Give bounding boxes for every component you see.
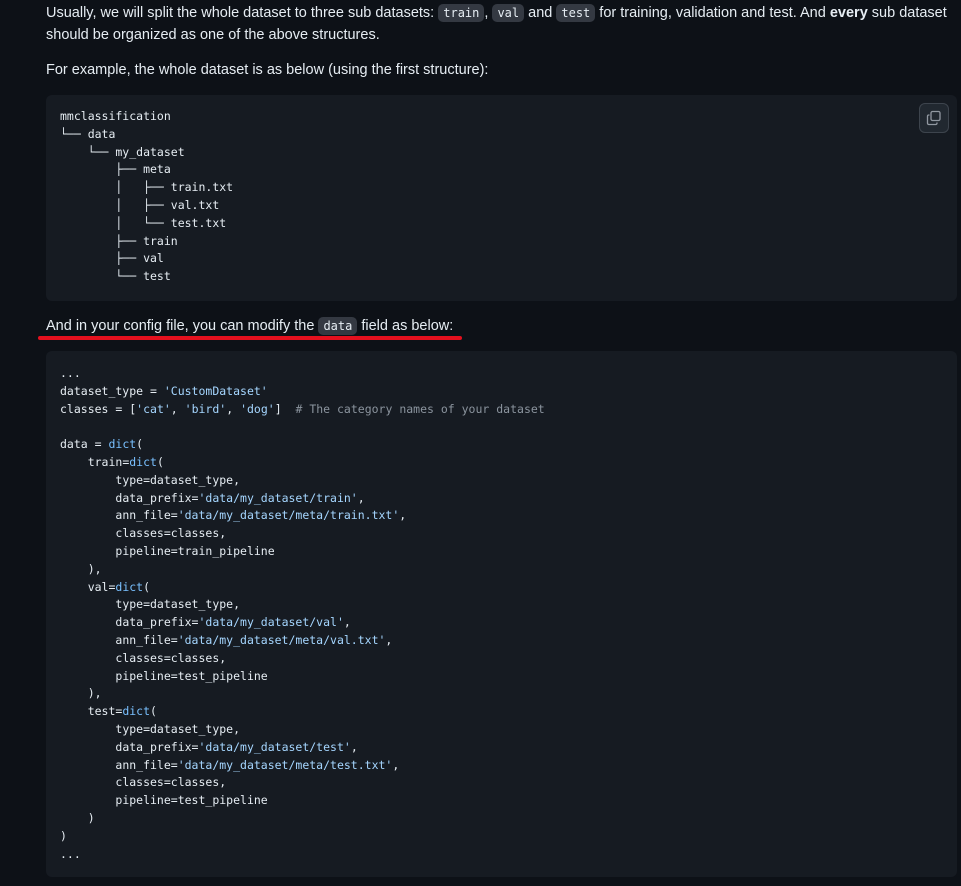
code-text: data_prefix= — [115, 739, 199, 754]
code-text: classes=classes, — [115, 526, 227, 541]
code-string: 'CustomDataset' — [163, 383, 268, 398]
code-text: ) — [60, 828, 67, 843]
code-text: classes=classes, — [115, 775, 227, 790]
config-text-after: field as below: — [357, 318, 454, 334]
example-text: For example, the whole dataset is as bel… — [46, 62, 489, 78]
tree-line: │ ├── val.txt — [60, 197, 220, 212]
tree-line: ├── val — [60, 251, 164, 266]
code-string: 'data/my_dataset/meta/train.txt' — [177, 508, 400, 523]
tree-line: └── data — [60, 126, 116, 141]
code-comment: # The category names of your dataset — [295, 401, 545, 416]
code-text: pipeline=test_pipeline — [115, 793, 268, 808]
code-text: ), — [87, 686, 102, 701]
intro-paragraph: Usually, we will split the whole dataset… — [46, 2, 947, 46]
code-string: 'data/my_dataset/meta/test.txt' — [177, 757, 393, 772]
code-string: 'data/my_dataset/test' — [198, 739, 351, 754]
tree-line: ├── train — [60, 233, 178, 248]
tree-line: ├── meta — [60, 162, 171, 177]
code-builtin: dict — [115, 579, 144, 594]
code-val: val — [492, 4, 525, 22]
code-text: pipeline=test_pipeline — [115, 668, 268, 683]
config-code-block: ... dataset_type = 'CustomDataset' class… — [46, 351, 957, 877]
code-text: data = — [60, 437, 109, 452]
code-string: 'data/my_dataset/meta/val.txt' — [177, 632, 386, 647]
code-test: test — [556, 4, 596, 22]
code-train: train — [438, 4, 485, 22]
code-text: type=dataset_type, — [115, 597, 241, 612]
tree-code[interactable]: mmclassification └── data └── my_dataset… — [60, 108, 233, 286]
tree-line: mmclassification — [60, 109, 171, 123]
code-text: type=dataset_type, — [115, 721, 241, 736]
code-builtin: dict — [129, 454, 157, 469]
code-text: train= — [87, 454, 130, 469]
code-ellipsis-bottom: ... — [60, 846, 81, 861]
code-text: classes=classes, — [115, 650, 227, 665]
tree-code-block: mmclassification └── data └── my_dataset… — [46, 95, 957, 301]
bold-every: every — [829, 5, 868, 21]
code-text: data_prefix= — [115, 615, 199, 630]
code-text: classes = [ — [60, 401, 137, 416]
code-string: 'data/my_dataset/train' — [198, 490, 358, 505]
code-string: 'bird' — [184, 401, 227, 416]
tree-line: └── test — [60, 269, 171, 284]
intro-text-after: for training, validation and test. And — [595, 5, 830, 21]
code-text: pipeline=train_pipeline — [115, 543, 275, 558]
example-paragraph: For example, the whole dataset is as bel… — [46, 59, 947, 81]
config-code[interactable]: ... dataset_type = 'CustomDataset' class… — [60, 365, 545, 863]
code-text: ann_file= — [115, 632, 178, 647]
code-text: dataset_type = — [60, 383, 164, 398]
highlight-underline — [38, 336, 462, 340]
code-text: val= — [87, 579, 116, 594]
code-text: ann_file= — [115, 508, 178, 523]
code-text: data_prefix= — [115, 490, 199, 505]
code-text: type=dataset_type, — [115, 472, 241, 487]
copy-icon — [926, 110, 941, 126]
code-text: ann_file= — [115, 757, 178, 772]
code-string: 'cat' — [136, 401, 171, 416]
config-paragraph: And in your config file, you can modify … — [46, 315, 947, 337]
intro-and: and — [524, 5, 557, 21]
code-builtin: dict — [108, 437, 137, 452]
code-ellipsis-top: ... — [60, 366, 81, 380]
page: Usually, we will split the whole dataset… — [0, 0, 961, 886]
code-text: ) — [87, 810, 95, 825]
code-text: ), — [87, 561, 102, 576]
config-text-before: And in your config file, you can modify … — [46, 318, 319, 334]
code-string: 'data/my_dataset/val' — [198, 615, 344, 630]
code-text: ] — [274, 401, 296, 416]
tree-line: │ ├── train.txt — [60, 180, 234, 195]
copy-button[interactable] — [919, 103, 949, 133]
code-string: 'dog' — [240, 401, 275, 416]
left-gutter — [0, 0, 28, 886]
intro-text: Usually, we will split the whole dataset… — [46, 5, 439, 21]
tree-line: └── my_dataset — [60, 144, 185, 159]
code-text: test= — [87, 704, 123, 719]
code-text: ( — [136, 437, 144, 452]
tree-line: │ └── test.txt — [60, 215, 227, 230]
code-builtin: dict — [122, 704, 151, 719]
code-data: data — [318, 317, 358, 335]
